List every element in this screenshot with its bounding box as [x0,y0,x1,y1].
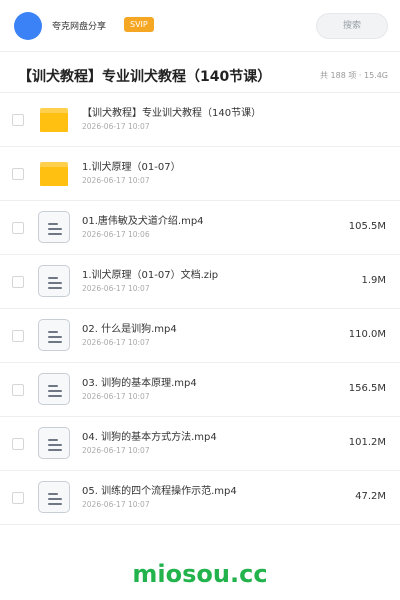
file-list: 【训犬教程】专业训犬教程（140节课） 2026-06-17 10:07 1.训… [0,93,400,525]
file-date: 2026-06-17 10:07 [82,176,150,185]
file-name: 02. 什么是训狗.mp4 [82,324,177,335]
list-item[interactable]: 05. 训练的四个流程操作示范.mp4 2026-06-17 10:07 47.… [0,471,400,525]
file-size: 47.2M [355,491,386,502]
watermark: miosou.cc [132,560,268,588]
document-icon [38,373,70,405]
row-checkbox[interactable] [12,330,24,342]
document-icon [38,319,70,351]
file-name: 04. 训狗的基本方式方法.mp4 [82,432,217,443]
row-checkbox[interactable] [12,438,24,450]
file-name: 01.唐伟敏及犬道介绍.mp4 [82,216,204,227]
folder-icon [38,103,70,135]
list-item[interactable]: 1.训犬原理（01-07） 2026-06-17 10:07 [0,147,400,201]
document-icon [38,427,70,459]
file-name: 1.训犬原理（01-07） [82,162,181,173]
row-checkbox[interactable] [12,384,24,396]
svip-badge: SVIP [124,17,154,32]
file-date: 2026-06-17 10:07 [82,392,150,401]
app-name: 夸克网盘分享 [52,22,107,32]
row-checkbox[interactable] [12,114,24,126]
list-item[interactable]: 03. 训狗的基本原理.mp4 2026-06-17 10:07 156.5M [0,363,400,417]
file-name: 【训犬教程】专业训犬教程（140节课） [82,108,262,119]
page-title: 【训犬教程】专业训犬教程（140节课） [18,69,272,85]
file-size: 1.9M [361,275,386,286]
file-size: 101.2M [348,437,386,448]
list-item[interactable]: 04. 训狗的基本方式方法.mp4 2026-06-17 10:07 101.2… [0,417,400,471]
file-size: 105.5M [348,221,386,232]
file-date: 2026-06-17 10:07 [82,122,150,131]
avatar[interactable] [14,12,42,40]
app-header: 夸克网盘分享 SVIP [0,0,400,52]
file-size: 156.5M [348,383,386,394]
file-date: 2026-06-17 10:07 [82,500,150,509]
list-item[interactable]: 【训犬教程】专业训犬教程（140节课） 2026-06-17 10:07 [0,93,400,147]
list-item[interactable]: 01.唐伟敏及犬道介绍.mp4 2026-06-17 10:06 105.5M [0,201,400,255]
row-checkbox[interactable] [12,276,24,288]
search-input[interactable] [316,13,388,39]
document-icon [38,211,70,243]
file-name: 03. 训狗的基本原理.mp4 [82,378,197,389]
row-checkbox[interactable] [12,492,24,504]
file-size: 110.0M [348,329,386,340]
row-checkbox[interactable] [12,222,24,234]
folder-icon [38,157,70,189]
document-icon [38,265,70,297]
document-icon [38,481,70,513]
file-date: 2026-06-17 10:06 [82,230,150,239]
file-name: 1.训犬原理（01-07）文档.zip [82,270,219,281]
row-checkbox[interactable] [12,168,24,180]
list-item[interactable]: 02. 什么是训狗.mp4 2026-06-17 10:07 110.0M [0,309,400,363]
list-item[interactable]: 1.训犬原理（01-07）文档.zip 2026-06-17 10:07 1.9… [0,255,400,309]
file-date: 2026-06-17 10:07 [82,446,150,455]
file-date: 2026-06-17 10:07 [82,284,150,293]
page-meta: 共 188 项 · 15.4G [320,71,388,80]
file-name: 05. 训练的四个流程操作示范.mp4 [82,486,237,497]
file-date: 2026-06-17 10:07 [82,338,150,347]
